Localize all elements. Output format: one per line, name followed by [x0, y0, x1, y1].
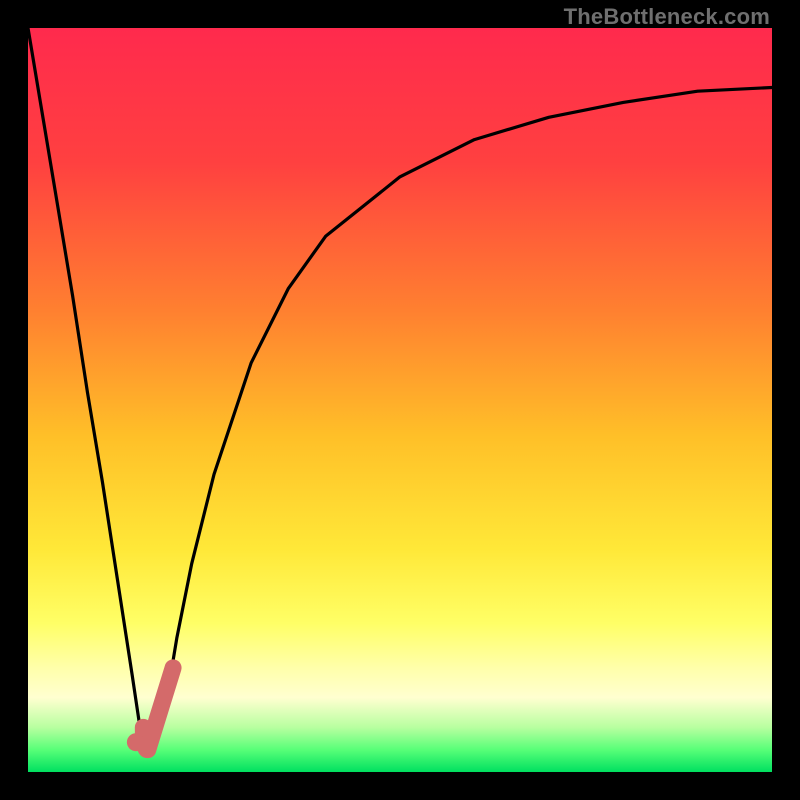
bottleneck-curve	[28, 28, 772, 772]
watermark-text: TheBottleneck.com	[564, 4, 770, 30]
chart-stage: TheBottleneck.com	[0, 0, 800, 800]
plot-area	[28, 28, 772, 772]
